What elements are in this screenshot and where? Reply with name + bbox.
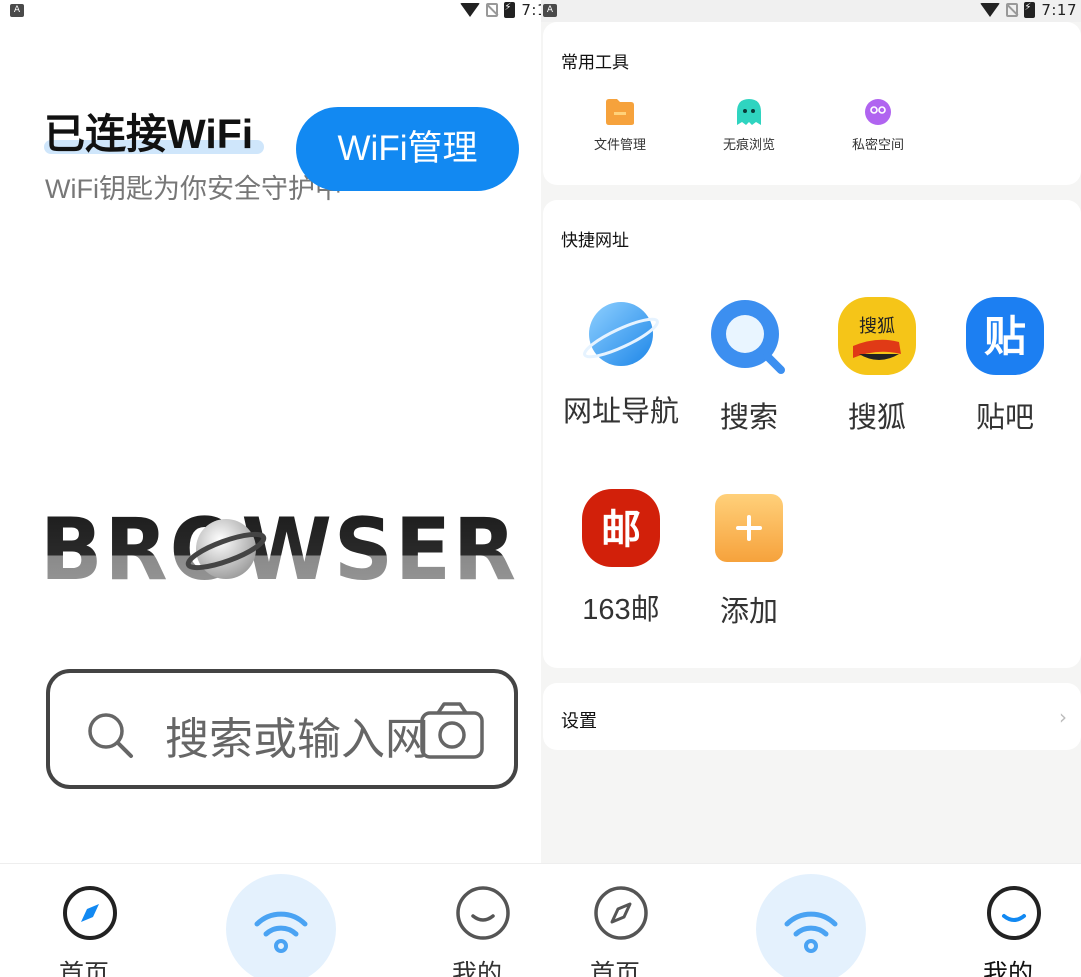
shortcut-web-nav[interactable]: 网址导航 <box>557 296 685 430</box>
settings-row[interactable]: 设置 › <box>543 683 1081 750</box>
mail163-icon: 邮 <box>582 489 660 567</box>
tool-incognito[interactable]: 无痕浏览 <box>704 98 794 153</box>
wifi-signal-icon <box>980 3 1001 17</box>
compass-icon <box>62 886 117 940</box>
compass-icon <box>593 886 648 940</box>
shortcut-search[interactable]: 搜索 <box>685 296 813 436</box>
nav-mine[interactable] <box>437 884 517 946</box>
tools-title: 常用工具 <box>561 53 629 72</box>
mine-screen: A 7:17 常用工具 文件管理 无痕浏览 <box>541 0 1081 977</box>
search-input[interactable]: 搜索或输入网 <box>165 703 429 767</box>
status-time: 7:17 <box>1041 1 1077 19</box>
wifi-subtitle: WiFi钥匙为你安全守护中 <box>45 174 342 204</box>
search-icon <box>711 300 785 374</box>
nav-mine[interactable] <box>968 884 1048 946</box>
folder-icon <box>606 99 634 125</box>
battery-icon <box>1024 2 1036 18</box>
logo-text: BROWSER <box>40 505 518 595</box>
shortcuts-card: 快捷网址 网址导航 搜索 搜狐 搜狐 贴 贴吧 邮 163邮 添加 <box>543 200 1081 668</box>
nav-mine-label: 我的 <box>451 960 502 977</box>
status-bar: A 7:17 <box>541 0 1081 22</box>
search-icon <box>88 713 133 758</box>
smile-icon <box>986 886 1041 940</box>
bottom-nav: 首页 我的 <box>541 863 1081 977</box>
wifi-icon <box>254 911 308 953</box>
search-bar[interactable]: 搜索或输入网 <box>46 669 518 789</box>
planet-icon <box>583 302 659 366</box>
ghost-icon <box>737 99 761 125</box>
add-icon <box>715 494 783 562</box>
private-space-icon <box>865 99 891 125</box>
wifi-icon <box>784 911 838 953</box>
shortcut-sohu[interactable]: 搜狐 搜狐 <box>813 296 941 436</box>
wifi-status: 已连接WiFi <box>44 100 264 160</box>
tools-card: 常用工具 文件管理 无痕浏览 私密空间 <box>543 22 1081 185</box>
wifi-signal-icon <box>460 3 481 17</box>
sohu-icon: 搜狐 <box>838 297 916 375</box>
svg-text:搜狐: 搜狐 <box>859 316 895 337</box>
nav-home-label: 首页 <box>589 960 640 977</box>
shortcut-tieba[interactable]: 贴 贴吧 <box>941 296 1069 436</box>
home-screen: A 7:1 已连接WiFi WiFi钥匙为你安全守护中 WiFi管理 BROWS <box>0 0 541 977</box>
no-sim-icon <box>1006 3 1019 17</box>
notification-icon: A <box>543 4 557 17</box>
nav-home[interactable] <box>575 884 655 946</box>
nav-home-label: 首页 <box>58 960 109 977</box>
nav-home[interactable] <box>44 884 124 946</box>
camera-icon[interactable] <box>420 701 484 759</box>
status-time: 7:1 <box>521 1 541 19</box>
settings-label: 设置 <box>561 711 597 731</box>
shortcut-add[interactable]: 添加 <box>685 494 813 630</box>
tool-private-space[interactable]: 私密空间 <box>833 98 923 153</box>
status-bar: A 7:1 <box>0 0 541 22</box>
wifi-title: 已连接WiFi <box>44 111 254 157</box>
no-sim-icon <box>486 3 499 17</box>
wifi-manage-button[interactable]: WiFi管理 <box>296 107 519 191</box>
bottom-nav: 首页 我的 <box>0 863 541 977</box>
browser-logo: BROWSER <box>40 505 518 595</box>
smile-icon <box>455 886 510 940</box>
svg-text:贴: 贴 <box>984 312 1026 361</box>
tool-file-manager[interactable]: 文件管理 <box>575 98 665 153</box>
nav-wifi[interactable] <box>756 874 866 977</box>
nav-mine-label: 我的 <box>982 960 1033 977</box>
notification-icon: A <box>10 4 24 17</box>
shortcuts-title: 快捷网址 <box>561 231 629 250</box>
svg-text:邮: 邮 <box>601 507 641 553</box>
shortcut-163-mail[interactable]: 邮 163邮 <box>557 488 685 628</box>
tieba-icon: 贴 <box>966 297 1044 375</box>
chevron-right-icon: › <box>1059 705 1067 729</box>
nav-wifi[interactable] <box>226 874 336 977</box>
battery-icon <box>504 2 516 18</box>
